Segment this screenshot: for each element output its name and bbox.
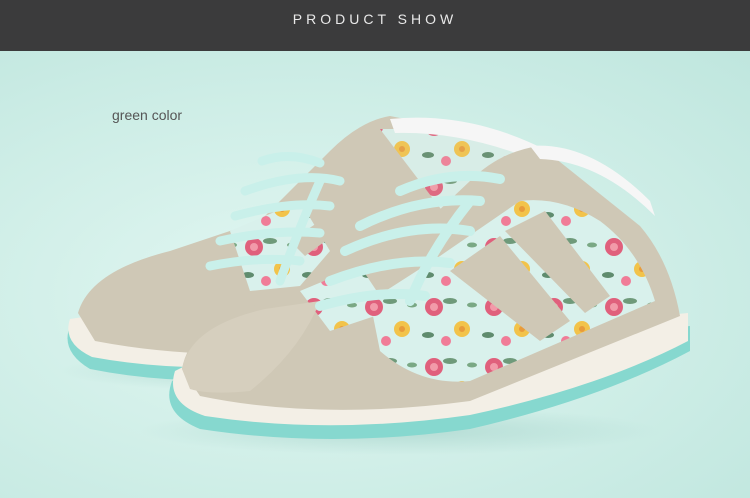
- header-banner: PRODUCT SHOW: [0, 0, 750, 51]
- product-show-page: PRODUCT SHOW green color: [0, 0, 750, 498]
- banner-title: PRODUCT SHOW: [292, 10, 458, 27]
- product-color-label: green color: [112, 107, 183, 123]
